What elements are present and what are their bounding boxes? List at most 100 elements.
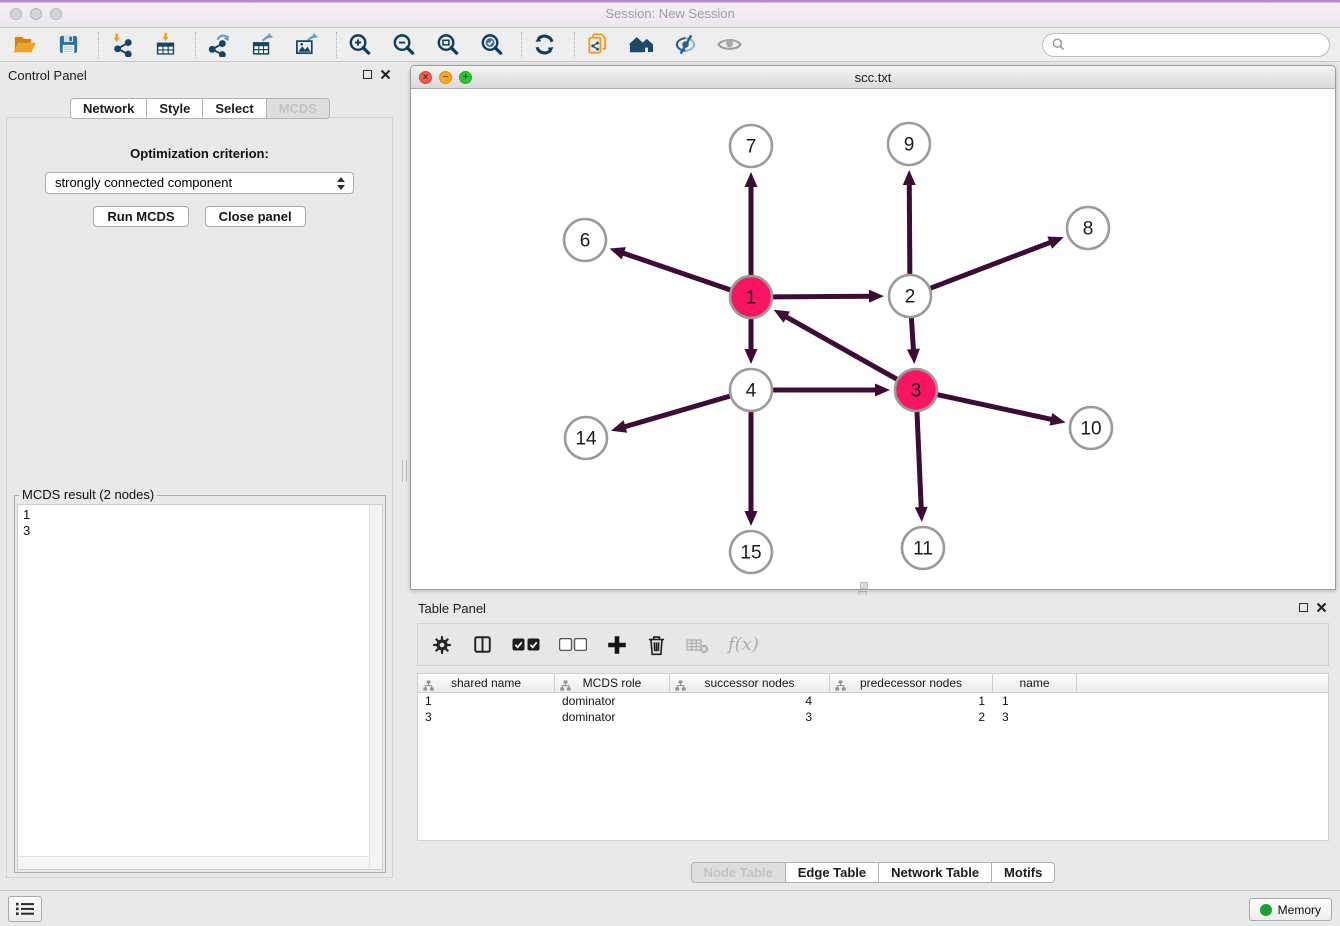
edge-1-6[interactable]: [610, 247, 731, 290]
zoom-fit-icon[interactable]: [433, 31, 461, 59]
export-network-icon[interactable]: [204, 31, 232, 59]
zoom-in-icon[interactable]: [345, 31, 373, 59]
column-header-MCDS-role[interactable]: MCDS role: [555, 674, 670, 692]
tab-edge-table[interactable]: Edge Table: [786, 862, 879, 883]
node-7[interactable]: 7: [730, 125, 772, 167]
zoom-selected-icon[interactable]: [477, 31, 505, 59]
edge-4-15[interactable]: [745, 412, 758, 526]
task-history-button[interactable]: [8, 896, 42, 922]
mcds-result-text: 1 3: [23, 507, 30, 539]
select-all-rows-icon[interactable]: [512, 638, 540, 651]
edge-3-10[interactable]: [937, 395, 1065, 426]
search-input[interactable]: [1071, 37, 1320, 52]
edge-1-4[interactable]: [745, 319, 758, 364]
float-panel-icon[interactable]: [363, 70, 372, 79]
tab-motifs[interactable]: Motifs: [992, 862, 1055, 883]
settings-gear-icon[interactable]: [431, 634, 453, 656]
export-image-icon[interactable]: [292, 31, 320, 59]
vertical-scrollbar[interactable]: [369, 505, 382, 869]
save-session-icon[interactable]: [54, 31, 82, 59]
toolbar-separator: [336, 32, 337, 58]
import-table-icon[interactable]: [151, 31, 179, 59]
node-14[interactable]: 14: [565, 417, 607, 459]
table-row[interactable]: 3dominator323: [418, 709, 1328, 725]
maximize-window-button[interactable]: [50, 8, 62, 20]
table-cell: dominator: [555, 709, 670, 725]
edge-2-8[interactable]: [931, 237, 1064, 289]
clone-network-icon[interactable]: [583, 31, 611, 59]
mcds-result-area[interactable]: 1 3: [17, 504, 383, 870]
edge-3-1[interactable]: [774, 310, 897, 379]
horizontal-scrollbar[interactable]: [18, 856, 369, 869]
edge-4-3[interactable]: [773, 384, 890, 397]
minimize-window-button[interactable]: [30, 8, 42, 20]
node-4[interactable]: 4: [730, 369, 772, 411]
tab-node-table[interactable]: Node Table: [691, 862, 786, 883]
close-panel-icon[interactable]: [380, 69, 391, 80]
edge-4-14[interactable]: [611, 396, 730, 433]
run-mcds-button[interactable]: Run MCDS: [93, 206, 188, 227]
memory-button[interactable]: Memory: [1249, 898, 1332, 921]
edge-1-7[interactable]: [745, 172, 758, 275]
svg-text:6: 6: [580, 231, 591, 252]
close-window-button[interactable]: [10, 8, 22, 20]
column-header-name[interactable]: name: [993, 674, 1077, 692]
optimization-criterion-dropdown[interactable]: strongly connected component: [45, 172, 354, 194]
view-resize-grip[interactable]: [860, 582, 868, 589]
network-window-titlebar[interactable]: × − + scc.txt: [411, 66, 1335, 89]
tab-select[interactable]: Select: [203, 98, 266, 119]
add-row-icon[interactable]: [606, 634, 628, 656]
column-header-successor-nodes[interactable]: successor nodes: [670, 674, 830, 692]
minimize-view-button[interactable]: −: [439, 71, 452, 84]
home-icon[interactable]: [627, 31, 655, 59]
float-panel-icon[interactable]: [1299, 603, 1308, 612]
node-2[interactable]: 2: [889, 275, 931, 317]
svg-text:4: 4: [746, 381, 757, 402]
open-session-icon[interactable]: [10, 31, 38, 59]
edge-2-9[interactable]: [903, 170, 916, 274]
node-15[interactable]: 15: [730, 531, 772, 573]
delete-table-icon[interactable]: [685, 635, 709, 655]
node-10[interactable]: 10: [1070, 407, 1112, 449]
node-9[interactable]: 9: [888, 123, 930, 165]
delete-row-icon[interactable]: [647, 634, 666, 656]
table-panel: Table Panel: [410, 595, 1336, 888]
table-cell: 4: [670, 693, 830, 709]
show-details-icon[interactable]: [715, 31, 743, 59]
function-builder-icon[interactable]: f(x): [728, 634, 759, 655]
column-label: shared name: [451, 676, 521, 690]
toolbar-separator: [98, 32, 99, 58]
tab-network[interactable]: Network: [70, 98, 147, 119]
node-8[interactable]: 8: [1067, 207, 1109, 249]
close-panel-icon[interactable]: [1316, 602, 1327, 613]
deselect-all-rows-icon[interactable]: [559, 638, 587, 651]
column-header-shared-name[interactable]: shared name: [418, 674, 555, 692]
window-title: Session: New Session: [0, 0, 1340, 28]
tab-network-table[interactable]: Network Table: [879, 862, 992, 883]
zoom-out-icon[interactable]: [389, 31, 417, 59]
network-canvas[interactable]: 7 9 6 8 1 2 4 3 14 10 15 11: [411, 89, 1335, 589]
node-6[interactable]: 6: [564, 219, 606, 261]
node-1[interactable]: 1: [730, 276, 772, 318]
export-table-icon[interactable]: [248, 31, 276, 59]
column-header-predecessor-nodes[interactable]: predecessor nodes: [830, 674, 993, 692]
panel-splitter-handle[interactable]: [402, 460, 407, 482]
refresh-layout-icon[interactable]: [530, 31, 558, 59]
node-11[interactable]: 11: [902, 527, 944, 569]
close-view-button[interactable]: ×: [419, 71, 432, 84]
columns-icon[interactable]: [472, 634, 493, 655]
close-panel-button[interactable]: Close panel: [205, 206, 306, 227]
tab-style[interactable]: Style: [147, 98, 203, 119]
window-titlebar: Session: New Session: [0, 0, 1340, 28]
sort-hierarchy-icon: [675, 678, 686, 697]
node-3[interactable]: 3: [895, 369, 937, 411]
import-network-icon[interactable]: [107, 31, 135, 59]
hide-details-icon[interactable]: [671, 31, 699, 59]
maximize-view-button[interactable]: +: [459, 71, 472, 84]
tab-mcds[interactable]: MCDS: [267, 98, 330, 119]
edge-2-3[interactable]: [907, 318, 920, 364]
table-row[interactable]: 1dominator411: [418, 693, 1328, 709]
edge-1-2[interactable]: [773, 290, 884, 303]
edge-3-11[interactable]: [915, 412, 928, 522]
optimization-criterion-label: Optimization criterion:: [7, 146, 392, 161]
